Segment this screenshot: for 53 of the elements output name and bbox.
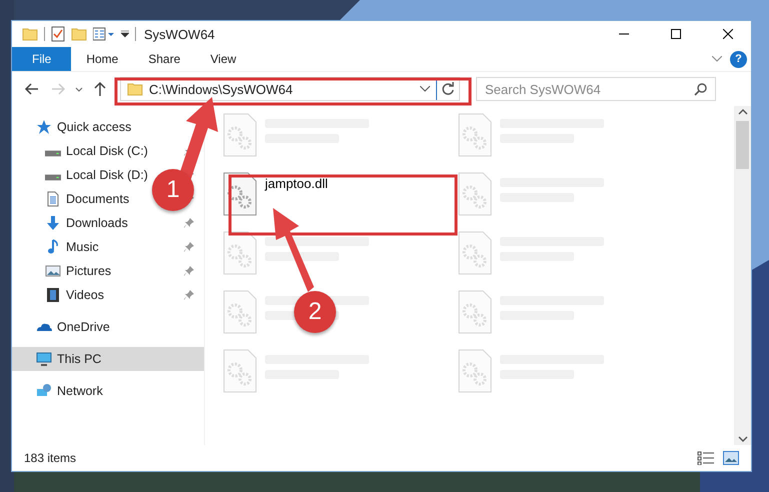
close-icon <box>723 29 733 39</box>
nav-item[interactable]: This PC <box>12 347 204 371</box>
ribbon-tab[interactable]: Share <box>133 47 196 71</box>
music-note-icon <box>45 239 61 255</box>
settings-file-icon <box>223 290 257 334</box>
ribbon-tab[interactable]: Home <box>71 47 134 71</box>
scrollbar[interactable] <box>734 106 751 445</box>
help-button[interactable]: ? <box>730 50 747 68</box>
download-arrow-icon <box>45 215 61 231</box>
nav-item[interactable]: Network <box>12 379 109 403</box>
address-path: C:\Windows\SysWOW64 <box>149 82 294 96</box>
drive-icon <box>45 150 61 157</box>
nav-item[interactable]: OneDrive <box>12 315 116 339</box>
settings-file-icon <box>458 290 492 334</box>
customize-caret-icon[interactable] <box>121 30 129 38</box>
nav-item[interactable]: Downloads <box>12 211 204 235</box>
window-title: SysWOW64 <box>144 26 216 42</box>
file-name: jamptoo.dll <box>265 176 328 191</box>
settings-file-icon <box>458 172 492 216</box>
properties-icon[interactable] <box>93 27 115 41</box>
search-icon <box>694 82 707 96</box>
network-icon <box>36 383 52 399</box>
settings-file-icon <box>458 231 492 275</box>
star-icon <box>36 119 52 135</box>
address-field[interactable]: C:\Windows\SysWOW64 <box>120 77 460 101</box>
settings-file-icon <box>458 349 492 393</box>
nav-item[interactable]: Pictures <box>12 259 204 283</box>
maximize-icon <box>671 29 681 39</box>
item-count: 183 items <box>24 451 78 465</box>
ribbon-tab[interactable]: View <box>195 47 252 71</box>
dropdown-caret-icon[interactable] <box>420 86 430 92</box>
drive-icon <box>45 174 61 181</box>
scroll-thumb[interactable] <box>736 121 749 169</box>
folder-icon <box>22 27 38 41</box>
picture-icon <box>45 263 61 279</box>
monitor-icon <box>36 351 52 367</box>
document-icon <box>45 191 61 207</box>
large-icons-view-icon[interactable] <box>723 451 739 465</box>
nav-item[interactable]: Music <box>12 235 204 259</box>
nav-item[interactable]: Quick access <box>12 115 138 139</box>
folder-icon <box>127 82 143 96</box>
new-folder-icon <box>71 27 87 41</box>
nav-item[interactable]: Videos <box>12 283 204 307</box>
settings-file-icon <box>223 349 257 393</box>
settings-file-icon <box>458 113 492 157</box>
ribbon-tab[interactable]: File <box>12 47 72 71</box>
settings-file-icon <box>223 113 257 157</box>
film-icon <box>45 287 61 303</box>
expand-ribbon-icon[interactable] <box>712 56 722 62</box>
details-view-icon[interactable] <box>697 451 715 465</box>
search-field[interactable]: Search SysWOW64 <box>476 77 716 101</box>
settings-file-icon <box>223 231 257 275</box>
checkmark-document-icon[interactable] <box>51 26 65 42</box>
